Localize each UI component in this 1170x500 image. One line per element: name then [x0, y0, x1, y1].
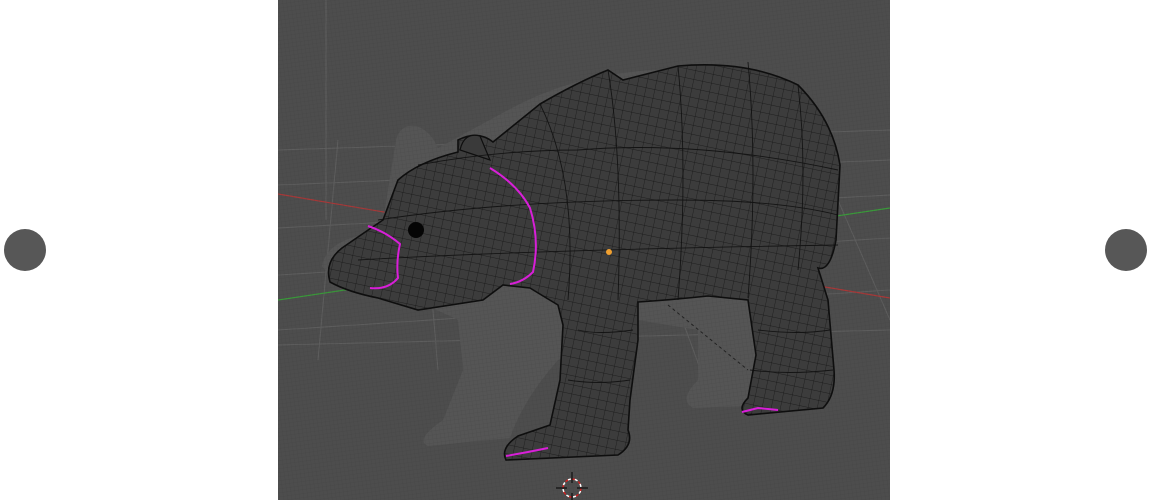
prev-slide-button[interactable]: [4, 229, 46, 271]
object-origin-icon: [606, 249, 612, 255]
3d-viewport[interactable]: [278, 0, 890, 500]
next-slide-button[interactable]: [1105, 229, 1147, 271]
bear-eye: [408, 222, 424, 238]
